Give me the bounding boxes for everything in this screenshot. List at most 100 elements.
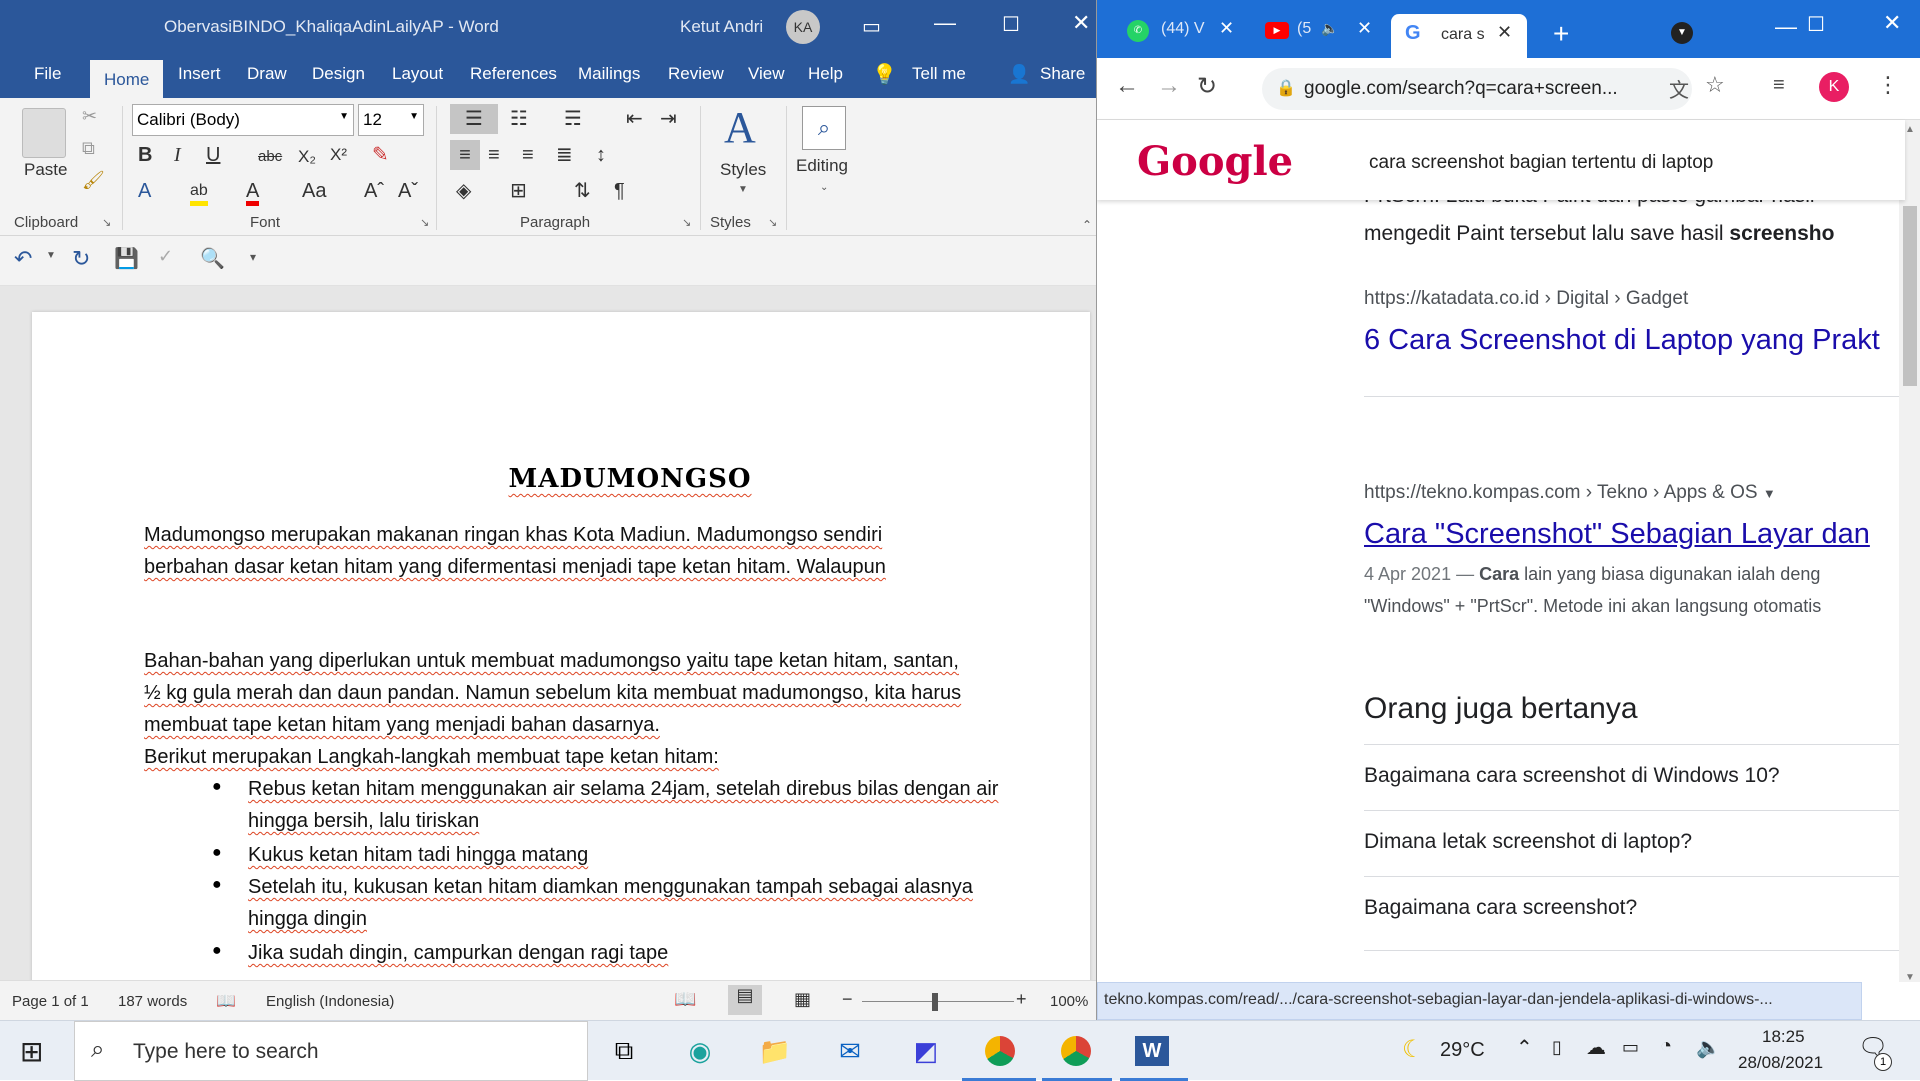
format-painter-icon[interactable]: 🖌 — [82, 170, 105, 191]
redo-icon[interactable]: ↻ — [72, 246, 90, 272]
strikethrough-icon[interactable]: abc — [258, 142, 282, 172]
close-tab-icon[interactable]: ✕ — [1497, 22, 1512, 43]
volume-icon[interactable]: 🔈 — [1696, 1035, 1721, 1060]
maximize-button[interactable]: ☐ — [1807, 12, 1825, 37]
url-text[interactable]: google.com/search?q=cara+screen... — [1304, 78, 1618, 100]
font-launcher-icon[interactable]: ↘ — [420, 216, 429, 229]
reload-icon[interactable]: ↻ — [1197, 72, 1217, 101]
tab-review[interactable]: Review — [664, 64, 728, 84]
tab-help[interactable]: Help — [804, 64, 847, 84]
shading-icon[interactable]: ◈ — [456, 176, 471, 206]
minimize-button[interactable]: — — [934, 10, 956, 36]
zoom-out-icon[interactable]: − — [842, 989, 853, 1010]
clear-formatting-icon[interactable]: ✎ — [372, 140, 389, 170]
translate-icon[interactable]: 文 — [1669, 74, 1689, 103]
underline-icon[interactable]: U — [206, 140, 220, 170]
weather-moon-icon[interactable]: ☾ — [1402, 1035, 1424, 1064]
taskbar-search-box[interactable]: ⌕ Type here to search — [74, 1021, 588, 1081]
chevron-down-icon[interactable]: ▼ — [46, 250, 56, 261]
wifi-icon[interactable]: ◔ — [1660, 1035, 1672, 1058]
paa-question[interactable]: Bagaimana cara screenshot di Windows 10? — [1364, 764, 1780, 788]
tab-layout[interactable]: Layout — [388, 64, 447, 84]
tab-draw[interactable]: Draw — [243, 64, 291, 84]
edge-icon[interactable]: ◉ — [680, 1033, 720, 1069]
paa-question[interactable]: Bagaimana cara screenshot? — [1364, 896, 1637, 920]
justify-icon[interactable]: ≣ — [556, 140, 573, 170]
print-preview-icon[interactable]: 🔍 — [200, 246, 225, 271]
tab-references[interactable]: References — [466, 64, 561, 84]
styles-launcher-icon[interactable]: ↘ — [768, 216, 777, 229]
close-button[interactable]: ✕ — [1883, 10, 1901, 36]
tab-file[interactable]: File — [30, 64, 65, 84]
address-bar[interactable]: 🔒 google.com/search?q=cara+screen... — [1262, 68, 1692, 110]
cloud-icon[interactable]: ☁ — [1586, 1035, 1606, 1060]
scrollbar[interactable]: ▲ ▼ — [1899, 120, 1920, 983]
cut-icon[interactable]: ✂ — [82, 106, 97, 127]
clipboard-launcher-icon[interactable]: ↘ — [102, 216, 111, 229]
tab-google-search[interactable]: G cara s ✕ — [1391, 14, 1527, 58]
line-spacing-icon[interactable]: ↕ — [596, 140, 606, 170]
back-icon[interactable]: ← — [1115, 72, 1139, 100]
scrollbar-thumb[interactable] — [1903, 206, 1917, 386]
result-url[interactable]: https://tekno.kompas.com › Tekno › Apps … — [1364, 482, 1776, 504]
bold-icon[interactable]: B — [138, 140, 152, 170]
mail-icon[interactable]: ✉ — [830, 1033, 870, 1069]
zoom-slider-thumb[interactable] — [932, 993, 938, 1011]
audio-playing-icon[interactable]: 🔈 — [1321, 20, 1338, 37]
align-center-icon[interactable]: ≡ — [488, 140, 500, 170]
file-explorer-icon[interactable]: 📁 — [755, 1033, 795, 1069]
subscript-icon[interactable]: X₂ — [298, 142, 316, 172]
align-left-icon[interactable]: ≡ — [450, 140, 480, 170]
result-title-link[interactable]: Cara "Screenshot" Sebagian Layar dan — [1364, 518, 1870, 551]
text-effects-icon[interactable]: A — [138, 176, 151, 206]
language[interactable]: English (Indonesia) — [266, 993, 394, 1010]
page-count[interactable]: Page 1 of 1 — [12, 993, 89, 1010]
windows-start-icon[interactable]: ⊞ — [20, 1035, 43, 1068]
result-url[interactable]: https://katadata.co.id › Digital › Gadge… — [1364, 288, 1688, 310]
borders-icon[interactable]: ⊞ — [510, 176, 527, 206]
zoom-level[interactable]: 100% — [1050, 993, 1088, 1010]
chrome-profile-k-icon[interactable] — [980, 1033, 1020, 1069]
clock-time[interactable]: 18:25 — [1762, 1027, 1805, 1047]
decrease-indent-icon[interactable]: ⇤ — [626, 104, 643, 134]
lock-icon[interactable]: 🔒 — [1276, 78, 1296, 98]
font-name-select[interactable]: Calibri (Body) ▼ — [132, 104, 354, 136]
google-doodle-logo[interactable]: Google — [1137, 138, 1293, 185]
save-icon[interactable]: 💾 — [114, 246, 139, 271]
scroll-down-icon[interactable]: ▼ — [1905, 972, 1915, 983]
zoom-slider-track[interactable] — [862, 1001, 1014, 1002]
paragraph-launcher-icon[interactable]: ↘ — [682, 216, 691, 229]
close-tab-icon[interactable]: ✕ — [1357, 18, 1372, 39]
styles-icon[interactable]: A — [724, 102, 756, 153]
increase-indent-icon[interactable]: ⇥ — [660, 104, 677, 134]
remote-desktop-icon[interactable]: ◩ — [906, 1033, 946, 1069]
close-tab-icon[interactable]: ✕ — [1219, 18, 1234, 39]
tell-me-search[interactable]: Tell me — [908, 64, 970, 84]
result-title-link[interactable]: 6 Cara Screenshot di Laptop yang Prakt — [1364, 324, 1880, 357]
minimize-button[interactable]: — — [1775, 14, 1797, 40]
show-formatting-icon[interactable]: ¶ — [614, 176, 625, 206]
user-name[interactable]: Ketut Andri — [680, 17, 763, 37]
battery-icon[interactable]: ▭ — [1622, 1037, 1639, 1058]
tab-youtube[interactable]: ▶ (5 🔈 ✕ — [1247, 14, 1387, 58]
copy-icon[interactable]: ⧉ — [82, 138, 95, 159]
numbering-icon[interactable]: ☷ — [510, 104, 528, 134]
scroll-up-icon[interactable]: ▲ — [1905, 124, 1915, 135]
font-color-icon[interactable]: A — [246, 176, 260, 206]
clock-date[interactable]: 28/08/2021 — [1738, 1053, 1823, 1073]
tab-mailings[interactable]: Mailings — [574, 64, 644, 84]
profile-avatar[interactable]: K — [1819, 72, 1849, 102]
print-layout-icon[interactable]: ▤ — [728, 985, 762, 1015]
chevron-up-icon[interactable]: ⌃ — [1516, 1035, 1533, 1060]
change-case-icon[interactable]: Aa — [302, 176, 326, 206]
sort-icon[interactable]: ⇅ — [574, 176, 591, 206]
close-button[interactable]: ✕ — [1072, 10, 1090, 36]
superscript-icon[interactable]: X² — [330, 140, 347, 170]
customize-qat-icon[interactable]: ▾ — [250, 250, 256, 264]
reading-list-icon[interactable]: ≡ — [1773, 74, 1785, 97]
zoom-in-icon[interactable]: + — [1016, 989, 1027, 1010]
font-size-select[interactable]: 12 ▼ — [358, 104, 424, 136]
highlight-icon[interactable]: ab — [190, 176, 208, 206]
tab-whatsapp[interactable]: ✆ (44) V ✕ — [1105, 14, 1245, 58]
italic-icon[interactable]: I — [174, 140, 181, 170]
